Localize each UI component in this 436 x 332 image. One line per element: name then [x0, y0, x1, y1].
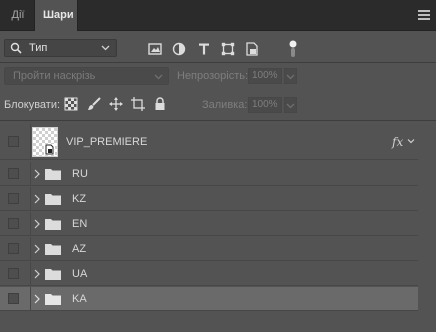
- layer-name: VIP_PREMIERE: [66, 136, 148, 148]
- group-name: UA: [72, 268, 88, 280]
- folder-icon: [45, 294, 61, 305]
- visibility-toggle[interactable]: [8, 293, 19, 304]
- lock-all-icon[interactable]: [153, 97, 167, 111]
- fill-label: Заливка:: [202, 99, 248, 111]
- opacity-input[interactable]: 100%: [248, 68, 282, 84]
- lock-row: Блокувати: Заливка: 100%: [0, 90, 436, 118]
- fill-input[interactable]: 100%: [248, 97, 282, 113]
- blend-mode-label: Пройти наскрізь: [13, 70, 96, 82]
- layer-row-group[interactable]: UA: [0, 262, 418, 286]
- group-name: KZ: [72, 193, 87, 205]
- layer-row-group[interactable]: RU: [0, 162, 418, 186]
- chevron-right-icon[interactable]: [33, 218, 41, 230]
- visibility-toggle[interactable]: [8, 268, 19, 279]
- fx-icon[interactable]: fx: [392, 135, 403, 149]
- smart-object-filter-icon[interactable]: [245, 42, 259, 56]
- visibility-toggle[interactable]: [8, 168, 19, 179]
- divider: [30, 237, 31, 260]
- filter-kind-label: Тип: [29, 42, 48, 54]
- divider: [30, 212, 31, 235]
- divider: [30, 262, 31, 285]
- divider: [30, 287, 31, 310]
- chevron-down-icon[interactable]: [407, 137, 415, 145]
- chevron-down-icon: [286, 103, 295, 109]
- scrollbar[interactable]: [418, 124, 436, 332]
- lock-artboard-icon[interactable]: [131, 97, 145, 111]
- search-icon: [10, 42, 22, 54]
- blend-mode-select[interactable]: Пройти наскрізь: [4, 67, 169, 85]
- lock-label: Блокувати:: [4, 99, 61, 111]
- panel-tab-bar: Дії Шари: [0, 0, 436, 31]
- type-filter-icon[interactable]: [197, 42, 211, 56]
- lock-transparent-icon[interactable]: [64, 97, 78, 111]
- filter-toggle-icon[interactable]: [288, 40, 298, 58]
- tab-actions[interactable]: Дії: [2, 0, 34, 30]
- divider: [0, 120, 436, 121]
- chevron-right-icon[interactable]: [33, 293, 41, 305]
- filter-row: Тип: [0, 34, 436, 62]
- filter-kind-select[interactable]: Тип: [4, 39, 117, 57]
- chevron-right-icon[interactable]: [33, 193, 41, 205]
- group-name: RU: [72, 168, 88, 180]
- lock-position-icon[interactable]: [109, 97, 123, 111]
- folder-icon: [45, 219, 61, 230]
- folder-icon: [45, 269, 61, 280]
- layer-row-group-selected[interactable]: KA: [0, 287, 418, 311]
- divider: [30, 187, 31, 210]
- visibility-toggle[interactable]: [8, 136, 19, 147]
- folder-icon: [45, 244, 61, 255]
- layer-row-group[interactable]: KZ: [0, 187, 418, 211]
- lock-image-icon[interactable]: [87, 97, 101, 111]
- layer-row-group[interactable]: AZ: [0, 237, 418, 261]
- hamburger-icon[interactable]: [418, 10, 430, 20]
- smart-object-badge-icon: [44, 144, 55, 155]
- opacity-dropdown[interactable]: [284, 68, 297, 84]
- group-name: KA: [72, 293, 87, 305]
- chevron-right-icon[interactable]: [33, 168, 41, 180]
- shape-filter-icon[interactable]: [221, 42, 235, 56]
- chevron-down-icon: [101, 45, 110, 51]
- folder-icon: [45, 169, 61, 180]
- divider: [0, 62, 436, 63]
- visibility-toggle[interactable]: [8, 218, 19, 229]
- chevron-down-icon: [286, 74, 295, 80]
- visibility-toggle[interactable]: [8, 243, 19, 254]
- tab-layers[interactable]: Шари: [34, 0, 78, 31]
- group-name: EN: [72, 218, 88, 230]
- chevron-down-icon: [154, 74, 163, 80]
- fill-dropdown[interactable]: [284, 97, 297, 113]
- divider: [30, 162, 31, 185]
- chevron-right-icon[interactable]: [33, 268, 41, 280]
- layer-thumbnail: [32, 127, 58, 157]
- group-name: AZ: [72, 243, 87, 255]
- opacity-label: Непрозорість:: [177, 70, 249, 82]
- divider: [30, 124, 31, 159]
- blend-row: Пройти наскрізь Непрозорість: 100%: [0, 64, 436, 88]
- layer-row-group[interactable]: EN: [0, 212, 418, 236]
- layer-row-vip-premiere[interactable]: VIP_PREMIERE fx: [0, 124, 418, 160]
- chevron-right-icon[interactable]: [33, 243, 41, 255]
- adjustment-filter-icon[interactable]: [172, 42, 186, 56]
- folder-icon: [45, 194, 61, 205]
- image-filter-icon[interactable]: [148, 42, 162, 56]
- visibility-toggle[interactable]: [8, 193, 19, 204]
